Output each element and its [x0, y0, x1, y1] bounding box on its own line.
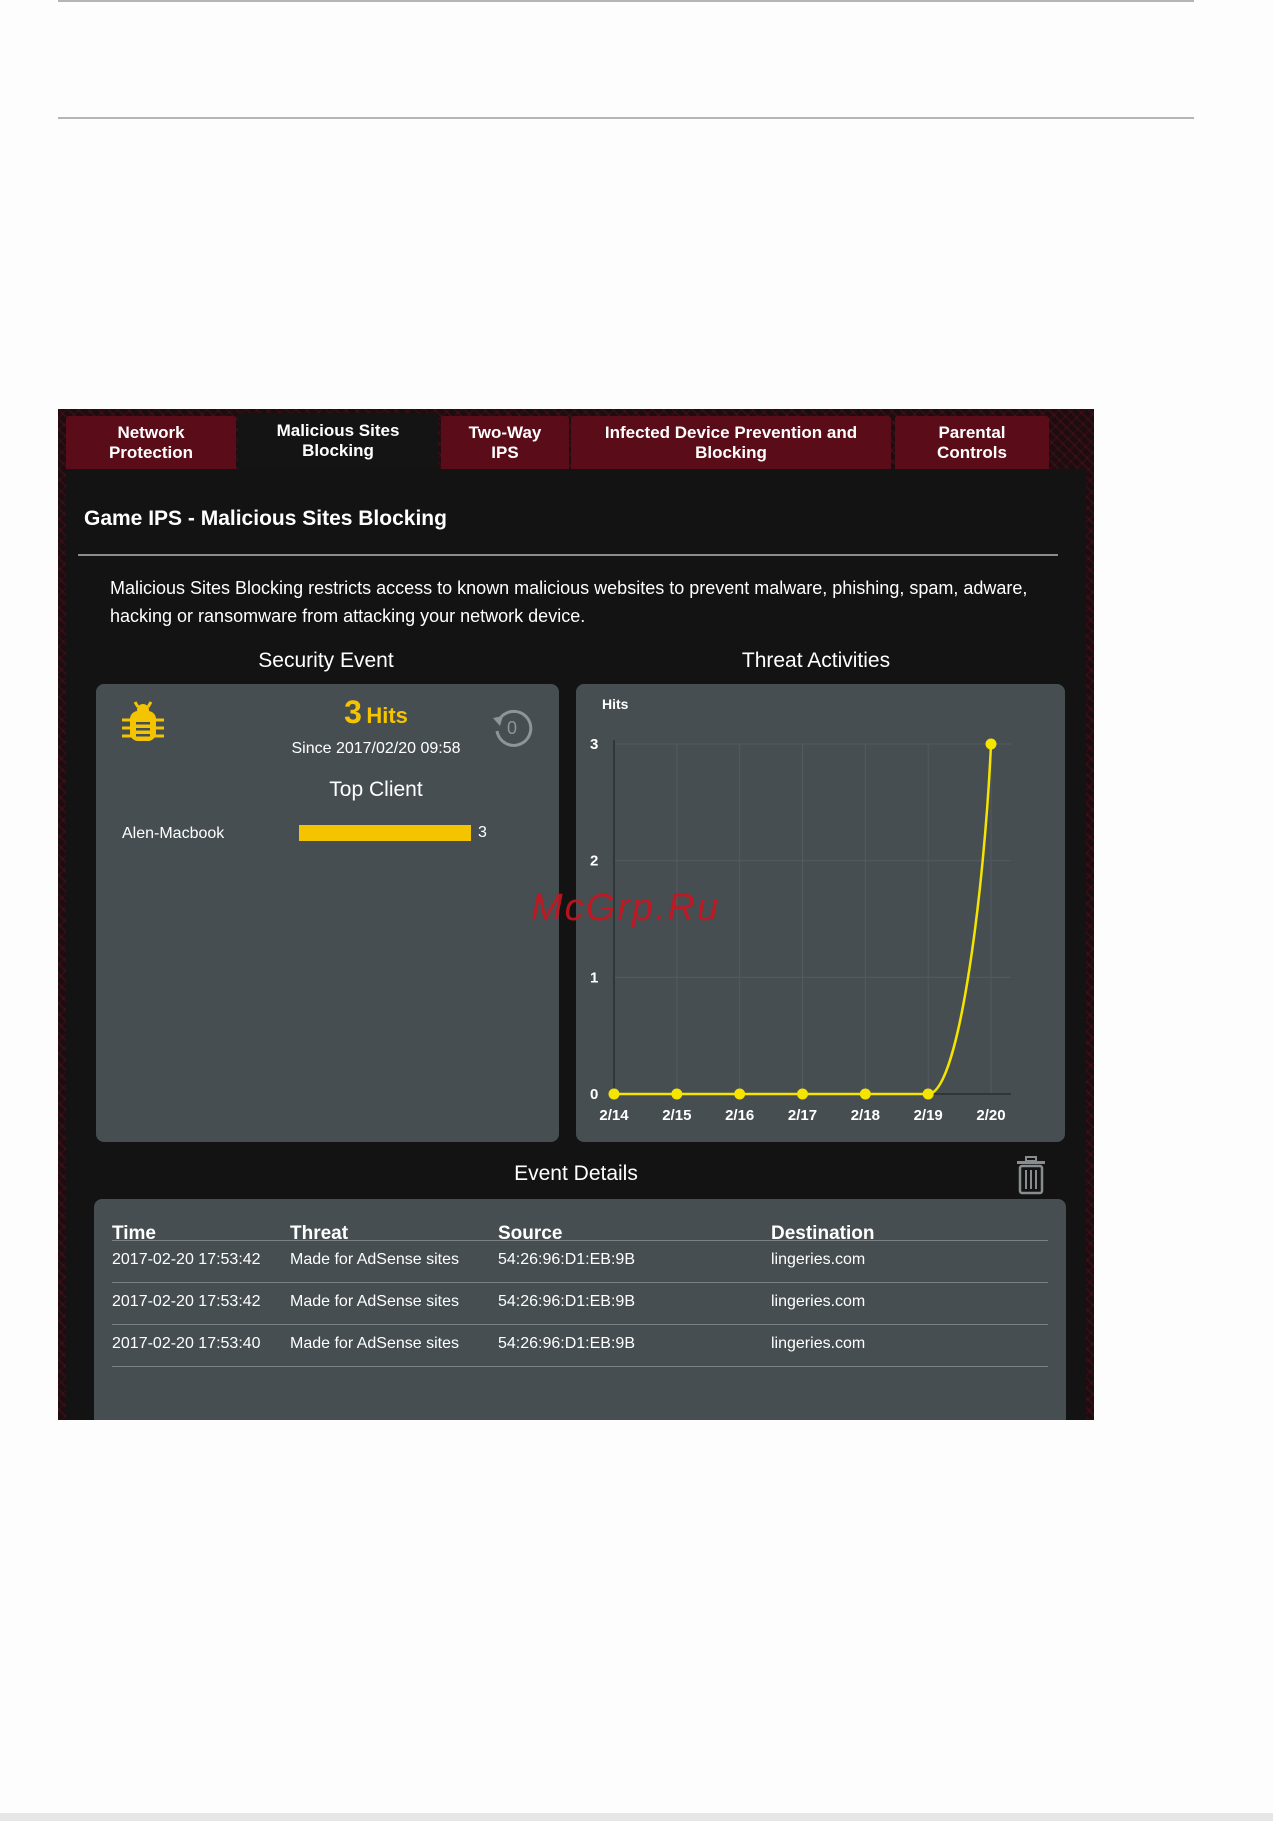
- reset-label: 0: [507, 718, 517, 738]
- event-details-table: Time Threat Source Destination 2017-02-2…: [94, 1199, 1066, 1420]
- cell-time: 2017-02-20 17:53:42: [112, 1251, 261, 1268]
- x-tick-label: 2/14: [599, 1107, 629, 1124]
- row-divider: [112, 1366, 1048, 1367]
- page-description: Malicious Sites Blocking restricts acces…: [110, 578, 1028, 626]
- cell-source: 54:26:96:D1:EB:9B: [498, 1251, 635, 1268]
- bug-icon: [122, 701, 164, 741]
- tab-label: IPS: [491, 442, 519, 462]
- cell-threat: Made for AdSense sites: [290, 1293, 459, 1310]
- y-tick-label: 2: [590, 853, 598, 870]
- x-tick-label: 2/18: [851, 1107, 880, 1124]
- y-tick-label: 1: [590, 969, 598, 986]
- tab-two-way-ips[interactable]: Two-Way IPS: [441, 416, 569, 469]
- y-tick-label: 3: [590, 736, 598, 753]
- header-divider: [112, 1240, 1048, 1241]
- cell-destination: lingeries.com: [771, 1293, 866, 1310]
- x-tick-label: 2/16: [725, 1107, 754, 1124]
- cell-threat: Made for AdSense sites: [290, 1251, 459, 1268]
- tab-label: Infected Device Prevention and: [604, 422, 858, 442]
- hits-counter: 3 Hits: [236, 694, 516, 731]
- cell-destination: lingeries.com: [771, 1335, 866, 1352]
- tab-network-protection[interactable]: Network Protection: [66, 416, 236, 469]
- security-event-heading: Security Event: [258, 649, 394, 672]
- tab-label: Blocking: [302, 441, 374, 460]
- y-axis-label: Hits: [602, 696, 629, 712]
- data-point: [797, 1088, 808, 1100]
- cell-threat: Made for AdSense sites: [290, 1335, 459, 1352]
- tab-malicious-sites-blocking[interactable]: Malicious Sites Blocking: [238, 413, 438, 469]
- x-tick-label: 2/19: [914, 1107, 943, 1124]
- data-point: [859, 1088, 871, 1100]
- tab-label: Malicious Sites: [276, 421, 400, 440]
- security-event-card: 3 Hits 0 Since 2017/02/20 09:58 Top Clie…: [96, 684, 559, 1142]
- hits-count: 3: [344, 694, 362, 730]
- cell-source: 54:26:96:D1:EB:9B: [498, 1293, 635, 1310]
- page-title: Game IPS - Malicious Sites Blocking: [84, 507, 447, 530]
- column-destination: Destination: [771, 1223, 875, 1244]
- cell-source: 54:26:96:D1:EB:9B: [498, 1335, 635, 1352]
- tab-infected-device-prevention[interactable]: Infected Device Prevention and Blocking: [571, 416, 891, 469]
- x-tick-label: 2/20: [976, 1107, 1005, 1124]
- tab-label: Two-Way: [468, 422, 542, 442]
- since-timestamp: Since 2017/02/20 09:58: [291, 740, 461, 757]
- data-point: [608, 1088, 620, 1100]
- x-tick-label: 2/15: [662, 1107, 691, 1124]
- router-screenshot: Network Protection Malicious Sites Blockin…: [58, 409, 1094, 1420]
- tab-bar: Network Protection Malicious Sites Blockin…: [58, 409, 1094, 469]
- page-bottom-band: [0, 1813, 1273, 1821]
- y-tick-label: 0: [590, 1086, 598, 1103]
- data-point: [985, 738, 997, 750]
- x-tick-label: 2/17: [788, 1107, 817, 1124]
- column-threat: Threat: [290, 1223, 349, 1244]
- event-details-heading: Event Details: [514, 1162, 638, 1185]
- tab-label: Controls: [937, 442, 1007, 462]
- top-client-count: 3: [478, 824, 487, 841]
- cell-time: 2017-02-20 17:53:40: [112, 1335, 261, 1352]
- top-client-heading: Top Client: [329, 778, 423, 801]
- hits-label: Hits: [366, 703, 408, 728]
- watermark-text: McGrp.Ru: [531, 887, 721, 929]
- row-divider: [112, 1324, 1048, 1325]
- tab-label: Protection: [108, 442, 194, 462]
- cell-time: 2017-02-20 17:53:42: [112, 1293, 261, 1310]
- top-rule: [58, 0, 1194, 2]
- cell-destination: lingeries.com: [771, 1251, 866, 1268]
- data-point: [671, 1088, 683, 1100]
- top-client-name: Alen-Macbook: [122, 825, 225, 842]
- threat-activities-heading: Threat Activities: [741, 649, 891, 672]
- data-point: [734, 1088, 746, 1100]
- tab-parental-controls[interactable]: Parental Controls: [895, 416, 1049, 469]
- tab-label: Blocking: [695, 442, 767, 462]
- title-divider: [78, 554, 1058, 556]
- data-point: [922, 1088, 934, 1100]
- header-rule: [58, 117, 1194, 119]
- trash-icon[interactable]: [1014, 1155, 1048, 1195]
- row-divider: [112, 1282, 1048, 1283]
- content-panel: Game IPS - Malicious Sites Blocking Mali…: [66, 469, 1086, 1420]
- top-client-bar: [299, 825, 471, 841]
- tab-label: Network: [117, 422, 185, 442]
- tab-label: Parental: [938, 422, 1006, 442]
- column-source: Source: [498, 1223, 563, 1244]
- column-time: Time: [112, 1223, 157, 1244]
